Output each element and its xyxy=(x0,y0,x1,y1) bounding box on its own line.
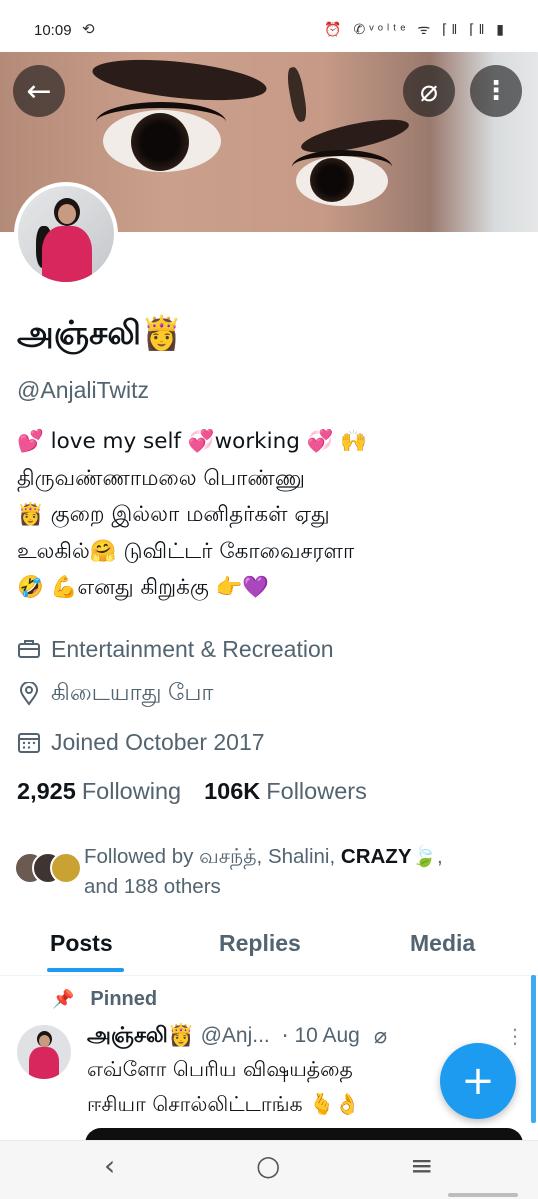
grok-slash-icon: ⌀ xyxy=(419,73,439,109)
sync-icon: ⟲ xyxy=(82,21,95,38)
profile-avatar[interactable] xyxy=(14,182,118,286)
grok-button[interactable]: ⌀ xyxy=(403,65,455,117)
post-date[interactable]: 10 Aug xyxy=(294,1024,359,1048)
profile-location: கிடையாது போ xyxy=(17,679,213,709)
more-options-button[interactable]: ⋮ xyxy=(470,65,522,117)
back-button[interactable]: ← xyxy=(13,65,65,117)
post-more-icon[interactable]: ⋮ xyxy=(505,1024,525,1048)
followers-count: 106K xyxy=(204,778,261,804)
post-avatar[interactable] xyxy=(17,1025,71,1079)
grok-slash-icon[interactable]: ⌀ xyxy=(374,1024,387,1049)
bio-line: திருவண்ணாமலை பொண்ணு xyxy=(17,465,305,491)
status-time: 10:09 xyxy=(34,22,72,39)
active-tab-indicator xyxy=(47,968,124,972)
profile-handle: @AnjaliTwitz xyxy=(17,377,149,403)
scroll-indicator xyxy=(531,975,536,1123)
joined-text: Joined October 2017 xyxy=(51,728,265,755)
profile-joined: Joined October 2017 xyxy=(17,727,265,757)
system-nav-bar: ‹ ○ ≡ xyxy=(0,1140,538,1199)
nav-back-icon[interactable]: ‹ xyxy=(104,1149,115,1182)
post-dot: · xyxy=(281,1024,289,1048)
following-count: 2,925 xyxy=(17,778,76,804)
profile-category: Entertainment & Recreation xyxy=(17,634,334,664)
calendar-icon xyxy=(17,730,41,754)
status-icons: ⏰ ✆ᵛᵒˡᵗᵉ ᯤ ⌈‖ ⌈‖ ▮ xyxy=(324,21,508,37)
briefcase-icon xyxy=(17,637,41,661)
tab-replies[interactable]: Replies xyxy=(219,930,301,957)
profile-name: அஞ்சலி👸 xyxy=(17,313,183,352)
gesture-handle xyxy=(448,1193,518,1197)
arrow-left-icon: ← xyxy=(26,73,52,109)
followed-by[interactable]: Followed by வசந்த், Shalini, CRAZY🍃, and… xyxy=(14,845,534,904)
bio-line: 🤣 💪எனது கிறுக்கு 👉💜 xyxy=(17,575,270,600)
following-label: Following xyxy=(81,778,182,804)
more-vertical-icon: ⋮ xyxy=(483,76,509,106)
location-text: கிடையாது போ xyxy=(51,679,214,705)
tab-media[interactable]: Media xyxy=(410,930,475,957)
post-handle[interactable]: @Anj... xyxy=(201,1024,270,1048)
compose-button[interactable]: + xyxy=(440,1043,516,1119)
location-pin-icon xyxy=(17,682,41,706)
category-text: Entertainment & Recreation xyxy=(51,635,334,662)
pinned-label: 📌 Pinned xyxy=(52,988,158,1010)
nav-recents-icon[interactable]: ≡ xyxy=(410,1149,433,1182)
bio-line: 💕 love my self 💞working 💞 🙌 xyxy=(17,429,368,454)
follower-avatar xyxy=(50,852,82,884)
followed-by-text: Followed by வசந்த், Shalini, CRAZY🍃, and… xyxy=(84,845,443,898)
bio-line: உலகில்🤗 டுவிட்டர் கோவைசரளா xyxy=(17,538,355,564)
pin-icon: 📌 xyxy=(52,989,75,1009)
following-link[interactable]: 2,925 Following xyxy=(17,778,181,805)
post-author[interactable]: அஞ்சலி👸 xyxy=(87,1023,195,1050)
profile-bio: 💕 love my self 💞working 💞 🙌 திருவண்ணாமலை… xyxy=(17,424,527,607)
followers-label: Followers xyxy=(266,778,367,804)
status-bar: 10:09 ⟲ ⏰ ✆ᵛᵒˡᵗᵉ ᯤ ⌈‖ ⌈‖ ▮ xyxy=(0,0,538,52)
bio-line: 👸 குறை இல்லா மனிதர்கள் ஏது xyxy=(17,502,330,527)
follow-counts: 2,925 Following 106K Followers xyxy=(17,778,390,805)
nav-home-icon[interactable]: ○ xyxy=(256,1149,280,1182)
tab-posts[interactable]: Posts xyxy=(50,930,113,957)
followers-link[interactable]: 106K Followers xyxy=(204,778,367,805)
plus-icon: + xyxy=(461,1058,495,1104)
